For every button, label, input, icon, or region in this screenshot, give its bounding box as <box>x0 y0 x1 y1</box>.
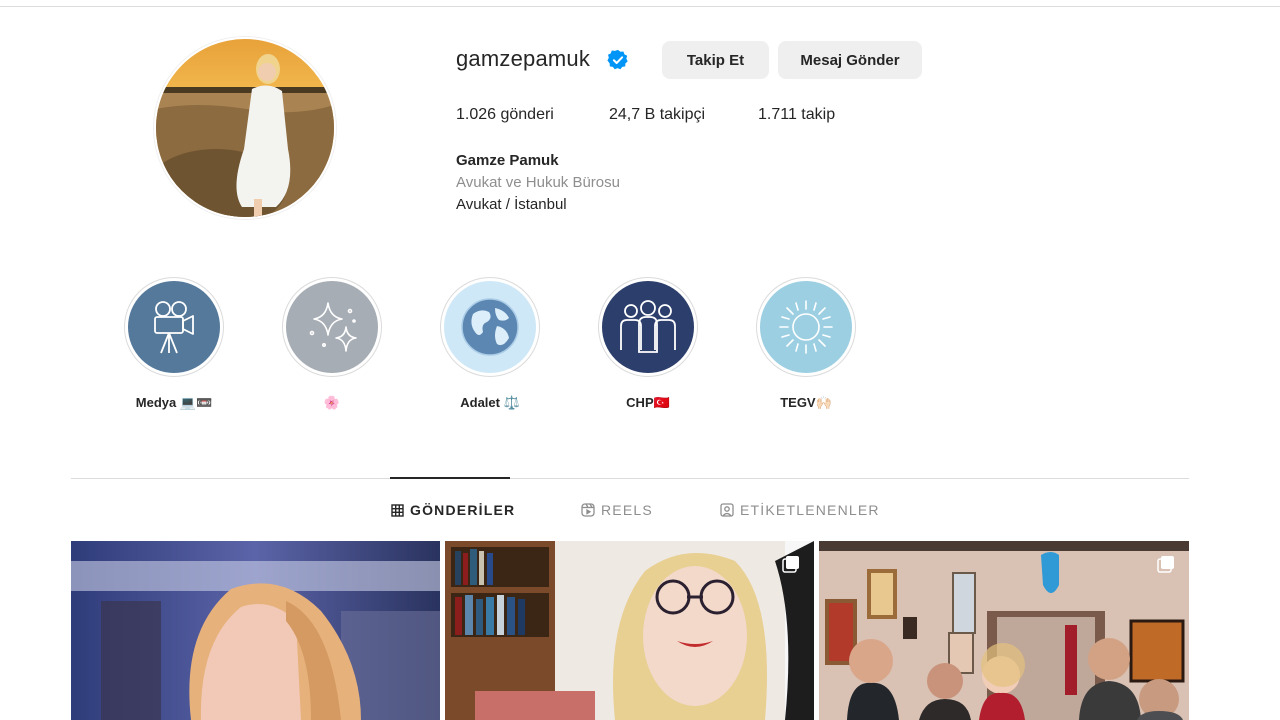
highlight-label: 🌸 <box>323 395 341 410</box>
highlight-cover <box>602 281 694 373</box>
highlight-ring <box>756 277 856 377</box>
highlight-cover <box>760 281 852 373</box>
verified-badge-icon <box>607 49 628 70</box>
tab-label: REELS <box>601 502 653 518</box>
multiple-photos-icon <box>782 556 799 573</box>
post-thumbnail[interactable] <box>445 541 814 720</box>
profile-full-name: Gamze Pamuk <box>456 152 559 169</box>
film-camera-icon <box>154 301 194 354</box>
tab-label: GÖNDERİLER <box>410 502 516 518</box>
profile-category: Avukat ve Hukuk Bürosu <box>456 174 620 191</box>
globe-icon <box>461 298 519 356</box>
post-thumbnail[interactable] <box>71 541 440 720</box>
highlight-medya[interactable]: Medya 💻📼 <box>104 277 244 411</box>
tab-label: ETİKETLENENLER <box>740 502 880 518</box>
sun-icon <box>779 300 833 354</box>
highlight-label: Adalet ⚖️ <box>460 395 520 410</box>
following-count[interactable]: 1.711 takip <box>758 106 835 124</box>
group-icon <box>620 300 676 353</box>
profile-bio: Avukat / İstanbul <box>456 196 567 213</box>
top-divider <box>0 6 1280 7</box>
post-thumbnail[interactable] <box>819 541 1189 720</box>
tagged-icon <box>720 503 734 517</box>
highlight-cover <box>128 281 220 373</box>
follow-button[interactable]: Takip Et <box>662 41 769 79</box>
highlight-tegv[interactable]: TEGV🙌🏻 <box>736 277 876 411</box>
highlight-adalet[interactable]: Adalet ⚖️ <box>420 277 560 411</box>
highlight-cover <box>444 281 536 373</box>
profile-username: gamzepamuk <box>456 46 591 71</box>
message-button[interactable]: Mesaj Gönder <box>778 41 922 79</box>
highlight-ring <box>124 277 224 377</box>
highlight-label: CHP🇹🇷 <box>626 395 670 410</box>
followers-count[interactable]: 24,7 B takipçi <box>609 106 705 124</box>
highlight-ring <box>282 277 382 377</box>
highlight-chp[interactable]: CHP🇹🇷 <box>578 277 718 411</box>
highlight-cover <box>286 281 378 373</box>
tabs-divider <box>71 478 1189 479</box>
multiple-photos-icon <box>1157 556 1174 573</box>
grid-icon <box>391 503 404 517</box>
highlight-ring <box>440 277 540 377</box>
posts-count: 1.026 gönderi <box>456 106 554 123</box>
profile-avatar[interactable] <box>154 37 336 219</box>
tab-reels[interactable]: REELS <box>581 502 653 518</box>
reels-icon <box>581 503 595 517</box>
tab-tagged[interactable]: ETİKETLENENLER <box>720 502 880 518</box>
sparkles-icon <box>309 302 357 352</box>
highlight-flower[interactable]: 🌸 <box>262 277 402 411</box>
active-tab-indicator <box>390 477 510 479</box>
tab-posts[interactable]: GÖNDERİLER <box>391 502 515 518</box>
highlight-label: Medya 💻📼 <box>135 395 213 410</box>
highlight-label: TEGV🙌🏻 <box>780 395 832 410</box>
highlight-ring <box>598 277 698 377</box>
